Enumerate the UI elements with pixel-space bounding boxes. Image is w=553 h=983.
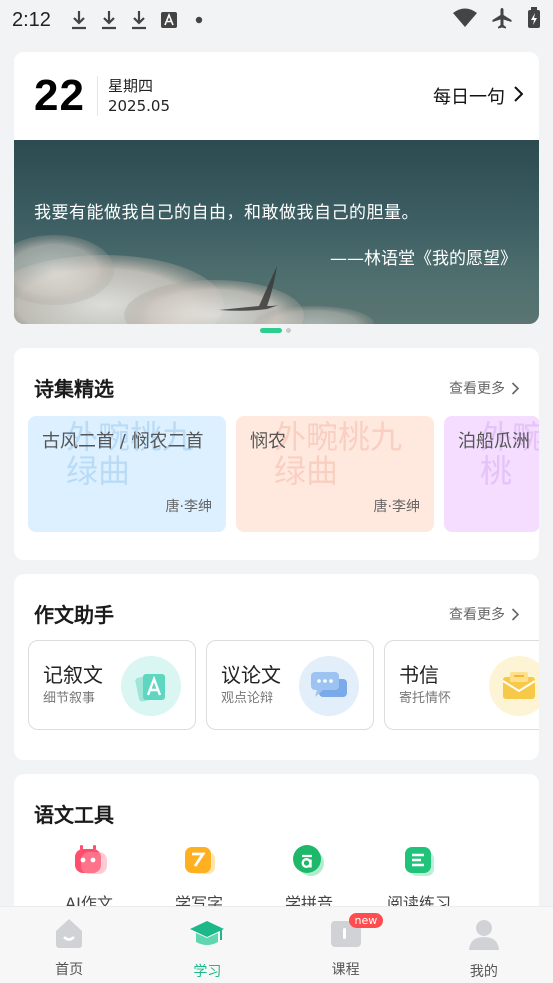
writing-section: 作文助手 查看更多 记叙文 细节叙事 议论文 观点论辩 书信 寄托情怀 (14, 574, 539, 760)
carousel-dot-active (260, 328, 282, 333)
robot-icon (68, 840, 110, 882)
poems-more-link[interactable]: 查看更多 (449, 378, 519, 406)
tab-label: 我的 (469, 964, 498, 980)
user-icon (467, 917, 501, 955)
pinyin-icon (288, 840, 330, 882)
chevron-right-icon (513, 85, 524, 107)
date-meta: 星期四 2025.05 (108, 76, 170, 116)
year-month: 2025.05 (107, 97, 170, 115)
more-label: 查看更多 (449, 381, 505, 397)
tab-courses[interactable]: new 课程 (277, 907, 415, 983)
poem-card[interactable]: 外畹桃九绿曲 古风二首 / 悯农二首 唐·李绅 (28, 416, 226, 532)
writing-desc: 细节叙事 (43, 691, 96, 706)
quote-text: 我要有能做我自己的自由，和敢做我自己的胆量。 (34, 203, 419, 223)
tab-profile[interactable]: 我的 (415, 907, 553, 983)
weekday: 星期四 (107, 77, 153, 95)
day-number: 22 (34, 71, 85, 120)
tool-ai-writing[interactable]: AI作文 (34, 840, 144, 914)
writing-title: 作文助手 (34, 603, 114, 627)
font-app-icon (159, 9, 179, 31)
poem-author: 唐·李绅 (373, 499, 420, 515)
cloud-seagull-image (14, 235, 374, 324)
divider (96, 76, 98, 116)
quote-source: ——林语堂《我的愿望》 (330, 249, 517, 269)
home-icon (52, 917, 86, 953)
daily-header: 22 星期四 2025.05 每日一句 (14, 52, 539, 140)
writing-more-link[interactable]: 查看更多 (449, 604, 519, 632)
writing-desc: 观点论辩 (221, 691, 274, 706)
new-badge: new (348, 913, 384, 928)
envelope-icon (489, 656, 539, 716)
dot-icon (189, 9, 209, 31)
tools-section: 语文工具 AI作文 学写字 学拼音 阅读练习 (14, 774, 539, 924)
writing-card-narrative[interactable]: 记叙文 细节叙事 (28, 640, 196, 730)
tools-title: 语文工具 (34, 803, 114, 827)
poems-title: 诗集精选 (34, 377, 114, 401)
poem-title: 泊船瓜洲 (458, 431, 530, 452)
carousel-dot (286, 328, 291, 333)
poems-section: 诗集精选 查看更多 外畹桃九绿曲 古风二首 / 悯农二首 唐·李绅 外畹桃九绿曲… (14, 348, 539, 560)
tool-pinyin[interactable]: 学拼音 (254, 840, 364, 914)
graduation-cap-icon (188, 917, 226, 955)
carousel-indicator (260, 328, 291, 333)
download-icon (99, 9, 119, 31)
battery-charging-icon (527, 7, 541, 33)
pen-stroke-icon (178, 840, 220, 882)
poem-title: 古风二首 / 悯农二首 (42, 431, 204, 452)
writing-desc: 寄托情怀 (399, 691, 452, 706)
chevron-right-icon (511, 381, 519, 395)
reading-icon (398, 840, 440, 882)
tab-label: 课程 (331, 962, 360, 978)
status-time: 2:12 (12, 8, 51, 31)
bottom-tab-bar: 首页 学习 new 课程 我的 (0, 906, 553, 983)
writing-card-argumentative[interactable]: 议论文 观点论辩 (206, 640, 374, 730)
poem-author: 唐·李绅 (165, 499, 212, 515)
airplane-icon (491, 7, 513, 33)
wifi-icon (453, 8, 477, 32)
poem-title: 悯农 (250, 431, 286, 452)
more-label: 查看更多 (449, 607, 505, 623)
writing-card-letter[interactable]: 书信 寄托情怀 (384, 640, 539, 730)
tool-reading[interactable]: 阅读练习 (364, 840, 474, 914)
chevron-right-icon (511, 607, 519, 621)
daily-sentence-label: 每日一句 (433, 87, 505, 108)
poem-card[interactable]: 外畹桃九绿曲 悯农 唐·李绅 (236, 416, 434, 532)
tool-handwriting[interactable]: 学写字 (144, 840, 254, 914)
writing-type: 记叙文 (43, 663, 103, 687)
poem-card[interactable]: 外畹桃 泊船瓜洲 (444, 416, 539, 532)
download-icon (69, 9, 89, 31)
tab-label: 学习 (193, 964, 222, 980)
chat-bubble-icon (299, 656, 359, 716)
download-icon (129, 9, 149, 31)
tab-label: 首页 (55, 962, 84, 978)
letter-a-icon (121, 656, 181, 716)
daily-card[interactable]: 22 星期四 2025.05 每日一句 我要有能做我自己的自由，和敢做我自己的胆… (14, 52, 539, 324)
status-bar: 2:12 (0, 0, 553, 40)
daily-sentence-link[interactable]: 每日一句 (433, 52, 524, 140)
tab-home[interactable]: 首页 (0, 907, 138, 983)
quote-banner[interactable]: 我要有能做我自己的自由，和敢做我自己的胆量。 ——林语堂《我的愿望》 (14, 140, 539, 324)
writing-type: 书信 (399, 663, 439, 687)
tab-study[interactable]: 学习 (138, 907, 276, 983)
writing-type: 议论文 (221, 663, 281, 687)
